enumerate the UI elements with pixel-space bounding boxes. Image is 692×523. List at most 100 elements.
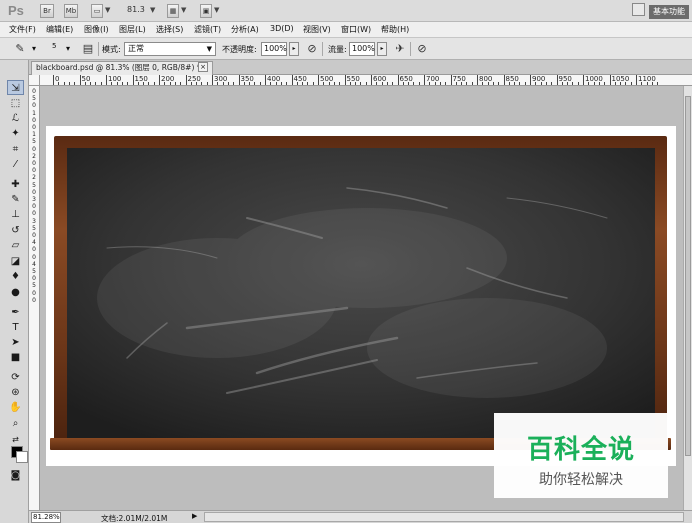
ruler-h-minor-tick	[68, 82, 70, 85]
vertical-ruler[interactable]: 050100150200250300350400450500	[29, 86, 40, 510]
brush-preset-icon[interactable]: ✎	[12, 41, 28, 57]
ruler-h-minor-tick	[196, 82, 198, 85]
path-select-tool-icon[interactable]: ➤	[7, 335, 24, 350]
ruler-h-tick	[530, 75, 531, 85]
menu-view[interactable]: 视图(V)	[303, 24, 331, 35]
ruler-h-minor-tick	[508, 82, 510, 85]
ruler-v-label: 2	[32, 152, 36, 160]
clone-stamp-tool-icon[interactable]: ⊥	[7, 207, 24, 222]
horizontal-scrollbar[interactable]	[204, 512, 684, 522]
menu-edit[interactable]: 编辑(E)	[46, 24, 73, 35]
opacity-slider-toggle[interactable]: ▸	[289, 42, 299, 56]
arrange-documents-icon[interactable]: ▦	[167, 4, 179, 18]
vertical-scrollbar[interactable]	[683, 86, 692, 510]
brush-size[interactable]: 5	[52, 42, 56, 50]
menu-image[interactable]: 图像(I)	[84, 24, 109, 35]
3d-orbit-tool-icon[interactable]: ⊛	[7, 385, 24, 400]
chevron-down-icon[interactable]: ▾	[32, 44, 36, 53]
gradient-tool-icon[interactable]: ◪	[7, 254, 24, 269]
scrollbar-thumb[interactable]	[685, 96, 691, 456]
rectangle-tool-icon[interactable]: ■	[7, 350, 24, 365]
hand-tool-icon[interactable]: ✋	[7, 400, 24, 415]
watermark-badge: 百科全说 助你轻松解决	[494, 413, 668, 498]
brush-panel-icon[interactable]: ▤	[80, 41, 96, 57]
ruler-h-minor-tick	[471, 82, 473, 85]
flow-input[interactable]: 100%	[349, 42, 375, 56]
chevron-down-icon[interactable]: ▼	[105, 6, 110, 14]
opacity-input[interactable]: 100%	[261, 42, 287, 56]
type-tool-icon[interactable]: T	[7, 320, 24, 335]
move-tool-icon[interactable]: ⇲	[7, 80, 24, 95]
ruler-h-minor-tick	[222, 82, 224, 85]
menu-select[interactable]: 选择(S)	[156, 24, 183, 35]
chevron-down-icon[interactable]: ▾	[66, 44, 70, 53]
title-bar: Ps Br Mb ▭ ▼ 81.3 ▼ ▦ ▼ ▣ ▼ 基本功能	[0, 0, 692, 22]
history-brush-tool-icon[interactable]: ↺	[7, 223, 24, 238]
ruler-h-tick	[238, 75, 240, 85]
blur-tool-icon[interactable]: ♦	[7, 269, 24, 284]
dodge-tool-icon[interactable]: ●	[7, 285, 24, 300]
quick-select-tool-icon[interactable]: ✦	[7, 126, 24, 141]
bridge-button[interactable]: Br	[40, 4, 54, 18]
quick-mask-icon[interactable]: ◙	[7, 468, 24, 483]
ruler-h-minor-tick	[651, 82, 653, 85]
chevron-down-icon[interactable]: ▼	[150, 6, 155, 14]
crop-tool-icon[interactable]: ⌗	[7, 142, 24, 157]
ruler-h-tick	[212, 75, 213, 85]
background-color-swatch[interactable]	[16, 451, 28, 463]
view-extras-icon[interactable]: ▭	[91, 4, 103, 18]
pressure-size-icon[interactable]: ⊘	[414, 41, 430, 57]
zoom-input[interactable]: 81.28%	[31, 512, 61, 523]
zoom-tool-icon[interactable]: ⌕	[7, 416, 24, 431]
ruler-h-minor-tick	[349, 82, 351, 85]
minimize-icon[interactable]	[632, 3, 645, 16]
ruler-v-label: 0	[32, 102, 36, 110]
menu-file[interactable]: 文件(F)	[9, 24, 36, 35]
status-menu-arrow-icon[interactable]: ▶	[192, 512, 197, 520]
flow-slider-toggle[interactable]: ▸	[377, 42, 387, 56]
watermark-subtitle: 助你轻松解决	[539, 472, 623, 488]
opacity-label: 不透明度:	[222, 45, 257, 54]
ruler-v-label: 0	[32, 210, 36, 218]
marquee-tool-icon[interactable]: ⬚	[7, 96, 24, 111]
eraser-tool-icon[interactable]: ▱	[7, 238, 24, 253]
ruler-h-minor-tick	[323, 82, 325, 85]
chevron-down-icon[interactable]: ▼	[214, 6, 219, 14]
ruler-h-minor-tick	[58, 82, 60, 85]
menu-analysis[interactable]: 分析(A)	[231, 24, 259, 35]
menu-help[interactable]: 帮助(H)	[381, 24, 409, 35]
mode-select[interactable]: 正常 ▼	[124, 42, 216, 56]
brush-tool-icon[interactable]: ✎	[7, 192, 24, 207]
workspace-switcher[interactable]: 基本功能	[649, 5, 689, 19]
ruler-h-minor-tick	[153, 82, 155, 85]
menu-3d[interactable]: 3D(D)	[270, 24, 294, 33]
menu-filter[interactable]: 滤镜(T)	[194, 24, 221, 35]
ruler-v-label: 5	[32, 282, 36, 290]
lasso-tool-icon[interactable]: ℒ	[7, 111, 24, 126]
mini-bridge-button[interactable]: Mb	[64, 4, 78, 18]
screen-mode-icon[interactable]: ▣	[200, 4, 212, 18]
spot-heal-tool-icon[interactable]: ✚	[7, 177, 24, 192]
pressure-opacity-icon[interactable]: ⊘	[304, 41, 320, 57]
document-tab[interactable]: blackboard.psd @ 81.3% (图层 0, RGB/8#) *	[31, 61, 213, 75]
zoom-level[interactable]: 81.3	[127, 5, 145, 14]
pen-tool-icon[interactable]: ✒	[7, 305, 24, 320]
ruler-v-label: 4	[32, 260, 36, 268]
airbrush-icon[interactable]: ✈	[392, 41, 408, 57]
ruler-h-minor-tick	[307, 82, 309, 85]
3d-rotate-tool-icon[interactable]: ⟳	[7, 370, 24, 385]
swap-colors-icon[interactable]: ⇄	[7, 432, 24, 447]
ruler-h-minor-tick	[519, 82, 521, 85]
ruler-h-minor-tick	[259, 82, 261, 85]
ruler-h-tick	[371, 75, 372, 85]
ruler-h-label: 300	[214, 75, 228, 83]
ruler-origin[interactable]	[29, 75, 40, 86]
ruler-v-label: 5	[32, 95, 36, 103]
horizontal-ruler[interactable]: 0 50 100 150 200 250 300 350 400 450 500 550 600 650 7…	[40, 75, 692, 86]
close-icon[interactable]: ×	[198, 62, 208, 72]
menu-layer[interactable]: 图层(L)	[119, 24, 146, 35]
chevron-down-icon[interactable]: ▼	[181, 6, 186, 14]
document-tab-strip: blackboard.psd @ 81.3% (图层 0, RGB/8#) *	[29, 60, 692, 75]
menu-window[interactable]: 窗口(W)	[341, 24, 371, 35]
eyedropper-tool-icon[interactable]: ⁄	[7, 157, 24, 172]
